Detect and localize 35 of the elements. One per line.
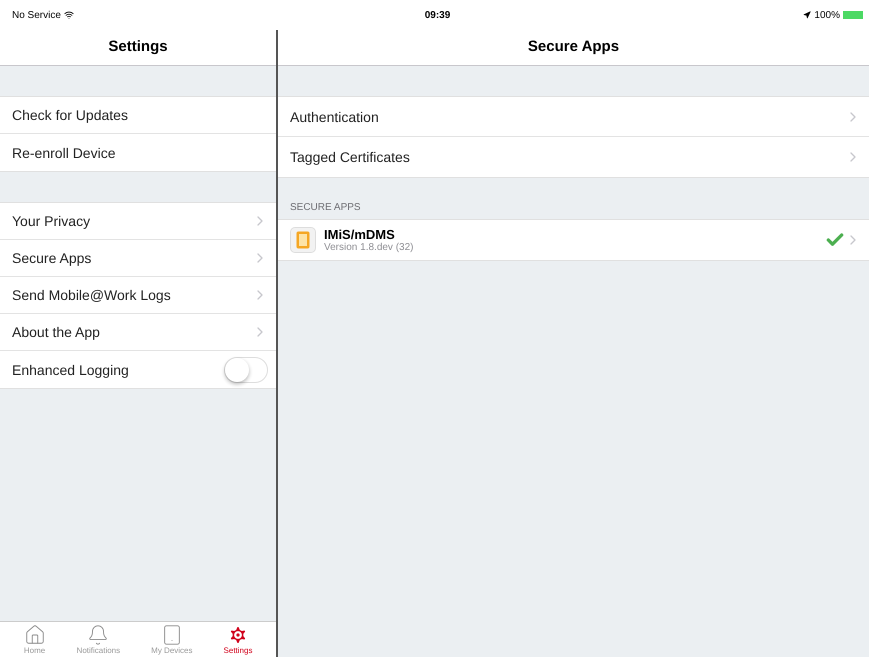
settings-row[interactable]: Enhanced Logging (0, 351, 276, 388)
bell-icon (87, 624, 110, 646)
section-header: SECURE APPS (289, 201, 362, 215)
settings-row[interactable]: About the App (0, 314, 276, 351)
app-row[interactable]: IMiS/mDMS Version 1.8.dev (32) (278, 220, 869, 260)
app-version: Version 1.8.dev (32) (324, 242, 414, 253)
row-label: Enhanced Logging (12, 362, 130, 378)
nav-title: Settings (108, 38, 168, 55)
row-label: Send Mobile@Work Logs (12, 287, 172, 303)
settings-row[interactable]: Your Privacy (0, 203, 276, 240)
row-label: Tagged Certificates (290, 149, 411, 165)
wifi-icon (64, 10, 74, 20)
battery-text: 100% (814, 10, 840, 20)
nav-title: Secure Apps (528, 38, 620, 55)
settings-row[interactable]: Re-enroll Device (0, 134, 276, 171)
carrier-text: No Service (12, 10, 61, 20)
clock-text: 09:39 (424, 10, 450, 20)
app-name: IMiS/mDMS (324, 227, 396, 242)
settings-row[interactable]: Check for Updates (0, 97, 276, 134)
row-label: Your Privacy (12, 213, 92, 229)
row-label: Re-enroll Device (12, 144, 116, 160)
row-label: Authentication (290, 108, 380, 124)
location-icon (803, 11, 812, 19)
home-icon (24, 624, 46, 646)
tab-item[interactable]: Settings (224, 624, 252, 657)
row-label: Secure Apps (12, 250, 92, 266)
app-icon (290, 227, 316, 253)
settings-row[interactable]: Send Mobile@Work Logs (0, 277, 276, 314)
option-row[interactable]: Authentication (278, 97, 869, 137)
option-row[interactable]: Tagged Certificates (278, 137, 869, 177)
row-label: Check for Updates (12, 107, 129, 123)
row-label: About the App (12, 324, 101, 340)
toggle-switch[interactable] (224, 356, 268, 382)
settings-row[interactable]: Secure Apps (0, 240, 276, 277)
battery-icon (843, 11, 863, 19)
